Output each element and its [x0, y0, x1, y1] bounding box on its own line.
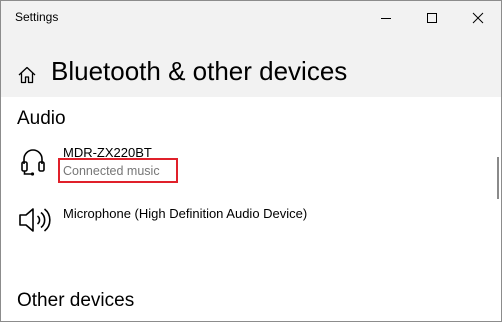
minimize-button[interactable] — [363, 1, 409, 35]
close-icon — [472, 12, 484, 24]
speaker-icon — [19, 208, 51, 232]
audio-section-heading: Audio — [17, 108, 66, 129]
header-area: Settings Bluetooth & other devices — [1, 1, 501, 97]
settings-window: Settings Bluetooth & other devices Audio — [0, 0, 502, 322]
page-title: Bluetooth & other devices — [51, 56, 348, 86]
scrollbar-thumb[interactable] — [497, 157, 499, 199]
highlight-box — [58, 158, 178, 183]
other-devices-section-heading: Other devices — [17, 290, 135, 311]
device-name: Microphone (High Definition Audio Device… — [63, 206, 308, 221]
maximize-button[interactable] — [409, 1, 455, 35]
minimize-icon — [381, 18, 391, 19]
window-title: Settings — [15, 10, 59, 24]
title-bar[interactable]: Settings — [1, 1, 501, 35]
home-icon[interactable] — [17, 65, 37, 85]
device-item-microphone[interactable]: Microphone (High Definition Audio Device… — [1, 199, 481, 243]
headphones-icon — [21, 149, 45, 176]
scrollbar[interactable] — [497, 99, 501, 321]
maximize-icon — [427, 13, 437, 23]
close-button[interactable] — [455, 1, 501, 35]
